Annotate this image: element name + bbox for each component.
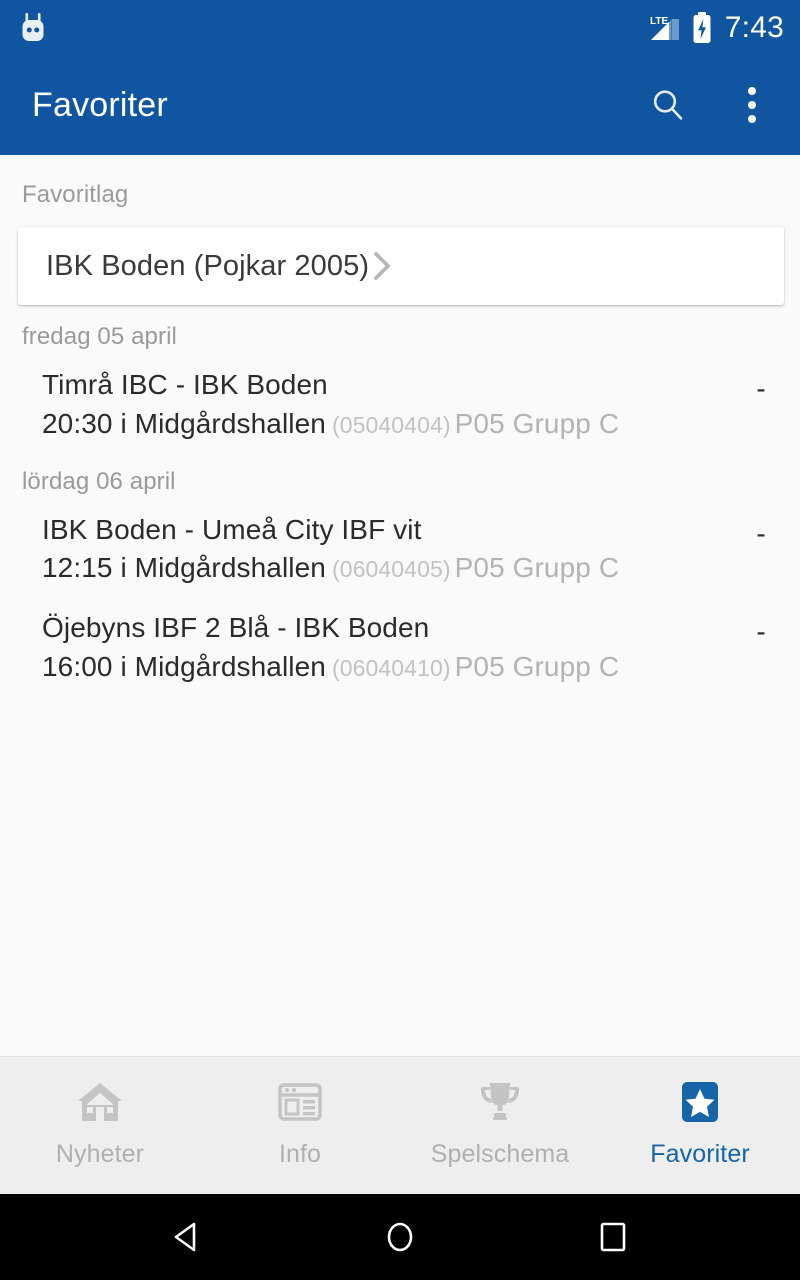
app-bar-actions	[644, 81, 776, 129]
match-row[interactable]: IBK Boden - Umeå City IBF vit 12:15 i Mi…	[0, 496, 800, 595]
page-title: Favoriter	[32, 85, 168, 124]
cyanogenmod-cid-icon	[18, 12, 48, 44]
star-badge-icon	[674, 1076, 726, 1128]
favoritlag-label: Favoritlag	[22, 181, 129, 208]
match-meta: 12:15 i Midgårdshallen (06040405) P05 Grup…	[42, 550, 752, 586]
match-teams: Öjebyns IBF 2 Blå - IBK Boden	[42, 612, 430, 644]
status-bar: LTE 7:43	[0, 0, 800, 55]
match-time: 16:00	[42, 651, 113, 683]
match-score: -	[756, 616, 766, 648]
match-meta: 20:30 i Midgårdshallen (05040404) P05 Grup…	[42, 406, 752, 442]
match-venue: i Midgårdshallen	[120, 407, 326, 439]
search-icon	[648, 85, 688, 125]
match-venue: i Midgårdshallen	[120, 651, 326, 683]
tab-spelschema[interactable]: Spelschema	[400, 1057, 600, 1194]
match-venue: i Midgårdshallen	[120, 552, 326, 584]
match-time: 12:15	[42, 552, 113, 584]
tab-info[interactable]: Info	[200, 1057, 400, 1194]
date-header: fredag 05 april	[22, 323, 177, 350]
match-score: -	[756, 517, 766, 549]
signal-bars-icon: LTE	[649, 13, 681, 43]
match-id: (06040405)	[331, 556, 451, 583]
main-content: Favoritlag IBK Boden (Pojkar 2005) freda…	[0, 155, 800, 1056]
match-row[interactable]: Öjebyns IBF 2 Blå - IBK Boden 16:00 i Mi…	[0, 594, 800, 693]
date-group: lördag 06 april IBK Boden - Umeå City IB…	[0, 468, 800, 693]
match-details: Öjebyns IBF 2 Blå - IBK Boden 16:00 i Mi…	[42, 610, 752, 685]
date-header: lördag 06 april	[22, 467, 176, 495]
tab-favoriter[interactable]: Favoriter	[600, 1057, 800, 1194]
match-id: (05040404)	[331, 411, 451, 438]
favorite-team-name: IBK Boden (Pojkar 2005)	[46, 249, 370, 282]
chevron-right-icon	[369, 249, 395, 283]
phone-screen: LTE 7:43 Favoriter Favoritlag IBK Boden …	[0, 0, 800, 1280]
home-circle-icon	[376, 1213, 424, 1261]
match-group: P05 Grupp C	[454, 651, 620, 683]
tab-label: Nyheter	[55, 1140, 145, 1168]
article-window-icon	[274, 1076, 326, 1128]
back-button[interactable]	[152, 1202, 222, 1272]
status-bar-left	[18, 12, 48, 44]
android-navigation-bar	[0, 1194, 800, 1280]
tab-label: Spelschema	[430, 1140, 570, 1168]
home-icon	[74, 1076, 126, 1128]
app-bar: Favoriter	[0, 55, 800, 155]
match-group: P05 Grupp C	[454, 552, 620, 584]
battery-charging-icon	[691, 11, 713, 44]
tab-nyheter[interactable]: Nyheter	[0, 1057, 200, 1194]
recents-button[interactable]	[578, 1202, 648, 1272]
match-details: IBK Boden - Umeå City IBF vit 12:15 i Mi…	[42, 512, 752, 587]
match-id: (06040410)	[331, 655, 451, 682]
trophy-icon	[474, 1076, 526, 1128]
home-button[interactable]	[365, 1202, 435, 1272]
back-triangle-icon	[163, 1213, 211, 1261]
match-time: 20:30	[42, 407, 113, 439]
match-meta: 16:00 i Midgårdshallen (06040410) P05 Grup…	[42, 649, 752, 685]
date-group: fredag 05 april Timrå IBC - IBK Boden 20…	[0, 323, 800, 450]
search-button[interactable]	[644, 81, 692, 129]
match-group: P05 Grupp C	[454, 407, 620, 439]
bottom-tab-bar: Nyheter Info Spelschema Favoriter	[0, 1056, 800, 1194]
overflow-menu-button[interactable]	[728, 81, 776, 129]
favorite-team-card[interactable]: IBK Boden (Pojkar 2005)	[18, 227, 784, 305]
status-bar-clock: 7:43	[724, 10, 784, 44]
match-details: Timrå IBC - IBK Boden 20:30 i Midgårdsha…	[42, 367, 752, 442]
match-teams: Timrå IBC - IBK Boden	[42, 369, 328, 400]
match-row[interactable]: Timrå IBC - IBK Boden 20:30 i Midgårdsha…	[0, 351, 800, 450]
match-teams: IBK Boden - Umeå City IBF vit	[42, 513, 422, 545]
overflow-menu-icon	[748, 87, 756, 123]
tab-label: Info	[278, 1140, 322, 1168]
match-score: -	[756, 373, 766, 404]
recents-square-icon	[589, 1213, 637, 1261]
status-bar-right: LTE 7:43	[649, 10, 784, 44]
tab-label: Favoriter	[650, 1140, 750, 1168]
